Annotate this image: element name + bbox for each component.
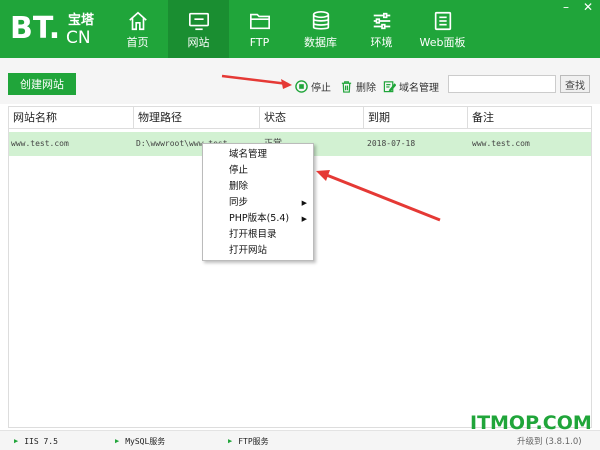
service-iis[interactable]: ▶ IIS 7.5 xyxy=(14,435,58,447)
upgrade-link[interactable]: 升级到 (3.8.1.0) xyxy=(517,435,582,447)
column-header-note[interactable]: 备注 xyxy=(468,107,591,129)
nav-item-ftp[interactable]: FTP xyxy=(229,0,290,58)
folder-icon xyxy=(249,13,270,30)
nav-label: 首页 xyxy=(126,36,149,49)
search-input[interactable] xyxy=(448,75,556,93)
monitor-icon xyxy=(188,12,209,31)
table-header: 网站名称 物理路径 状态 到期 备注 xyxy=(9,107,591,129)
nav-item-database[interactable]: 数据库 xyxy=(290,0,351,58)
play-icon: ▶ xyxy=(115,437,120,445)
service-ftp[interactable]: ▶ FTP服务 xyxy=(228,435,269,447)
nav-label: 环境 xyxy=(370,36,393,49)
nav-item-website[interactable]: 网站 xyxy=(168,0,229,58)
nav-label: Web面板 xyxy=(419,36,466,49)
column-header-path[interactable]: 物理路径 xyxy=(134,107,260,129)
column-header-status[interactable]: 状态 xyxy=(260,107,364,129)
nav-item-home[interactable]: 首页 xyxy=(107,0,168,58)
menu-item-delete[interactable]: 删除 xyxy=(203,179,313,195)
create-website-button[interactable]: 创建网站 xyxy=(8,73,76,95)
play-icon: ▶ xyxy=(228,437,233,445)
menu-item-stop[interactable]: 停止 xyxy=(203,163,313,179)
service-mysql[interactable]: ▶ MySQL服务 xyxy=(115,435,165,447)
close-button[interactable]: ✕ xyxy=(578,0,598,16)
database-icon xyxy=(312,11,329,30)
menu-item-open-root[interactable]: 打开根目录 xyxy=(203,227,313,243)
watermark: ITMOP.COM xyxy=(470,412,592,434)
domain-manage-button[interactable]: 域名管理 xyxy=(383,79,439,94)
logo-bt-text: BT. xyxy=(10,11,61,46)
bt-logo: BT. 宝塔 CN xyxy=(10,10,110,50)
trash-icon xyxy=(341,80,352,93)
submenu-arrow-icon: ▶ xyxy=(301,215,307,223)
play-icon: ▶ xyxy=(14,437,19,445)
logo-cn-bottom: CN xyxy=(66,28,91,48)
search-button[interactable]: 查找 xyxy=(560,75,590,93)
stop-label: 停止 xyxy=(311,82,331,94)
cell-note: www.test.com xyxy=(472,139,530,148)
nav-item-webpanel[interactable]: Web面板 xyxy=(412,0,473,58)
menu-item-domain-manage[interactable]: 域名管理 xyxy=(203,147,313,163)
logo-cn-top: 宝塔 xyxy=(68,13,95,28)
stop-circle-icon xyxy=(295,79,308,93)
menu-item-open-site[interactable]: 打开网站 xyxy=(203,243,313,259)
nav-item-environment[interactable]: 环境 xyxy=(351,0,412,58)
nav-label: FTP xyxy=(249,36,270,49)
minimize-button[interactable]: – xyxy=(556,0,576,16)
delete-button[interactable]: 删除 xyxy=(340,79,376,94)
home-icon xyxy=(128,11,147,31)
toolbar: 创建网站 停止 删除 域名管理 查找 xyxy=(0,58,600,104)
cell-expire: 2018-07-18 xyxy=(367,139,416,148)
nav-label: 网站 xyxy=(187,36,210,49)
cell-site-name: www.test.com xyxy=(11,139,69,148)
column-header-expire[interactable]: 到期 xyxy=(364,107,468,129)
domain-manage-label: 域名管理 xyxy=(399,82,439,94)
column-header-name[interactable]: 网站名称 xyxy=(9,107,134,129)
edit-icon xyxy=(383,80,396,92)
delete-label: 删除 xyxy=(356,82,376,94)
stop-button[interactable]: 停止 xyxy=(295,79,331,94)
sliders-icon xyxy=(373,12,390,30)
title-bar: BT. 宝塔 CN 首页 网站 FTP 数据库 环境 Web面板 – ✕ xyxy=(0,0,600,58)
menu-item-php-version[interactable]: PHP版本(5.4) ▶ xyxy=(203,211,313,227)
list-icon xyxy=(434,11,451,31)
nav-label: 数据库 xyxy=(304,36,337,49)
submenu-arrow-icon: ▶ xyxy=(301,199,307,207)
main-nav: 首页 网站 FTP 数据库 环境 Web面板 xyxy=(107,0,473,58)
menu-item-sync[interactable]: 同步 ▶ xyxy=(203,195,313,211)
context-menu: 域名管理 停止 删除 同步 ▶ PHP版本(5.4) ▶ 打开根目录 打开网站 xyxy=(202,143,314,261)
